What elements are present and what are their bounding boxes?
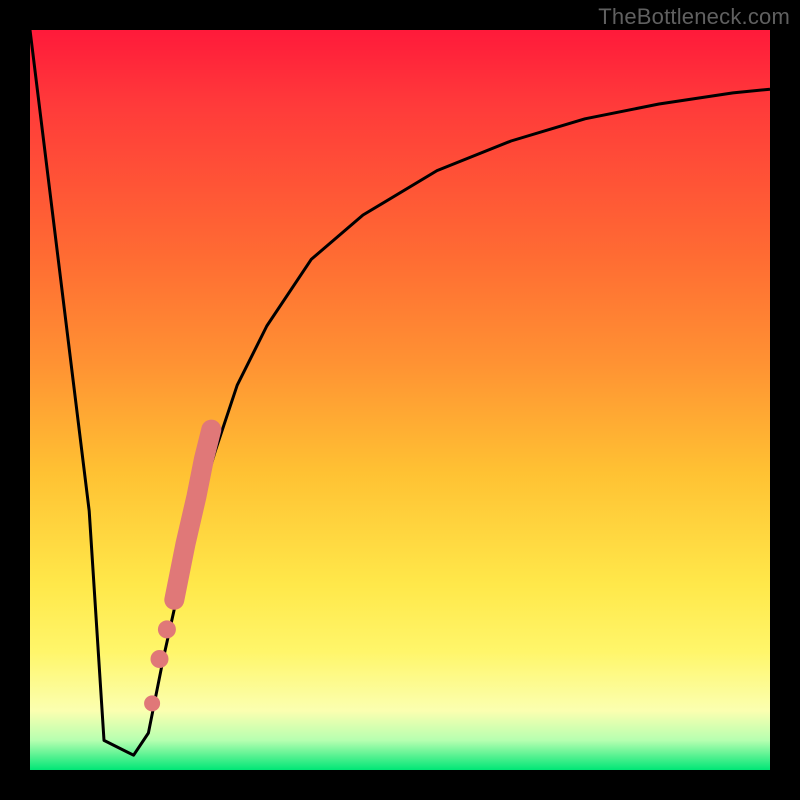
chart-frame: TheBottleneck.com <box>0 0 800 800</box>
plot-area <box>30 30 770 770</box>
highlighted-points <box>144 430 211 712</box>
chart-svg <box>30 30 770 770</box>
watermark-text: TheBottleneck.com <box>598 4 790 30</box>
marker-segment <box>174 430 211 600</box>
marker-dot <box>144 695 160 711</box>
bottleneck-curve <box>30 30 770 755</box>
marker-dot <box>158 620 176 638</box>
marker-dot <box>151 650 169 668</box>
